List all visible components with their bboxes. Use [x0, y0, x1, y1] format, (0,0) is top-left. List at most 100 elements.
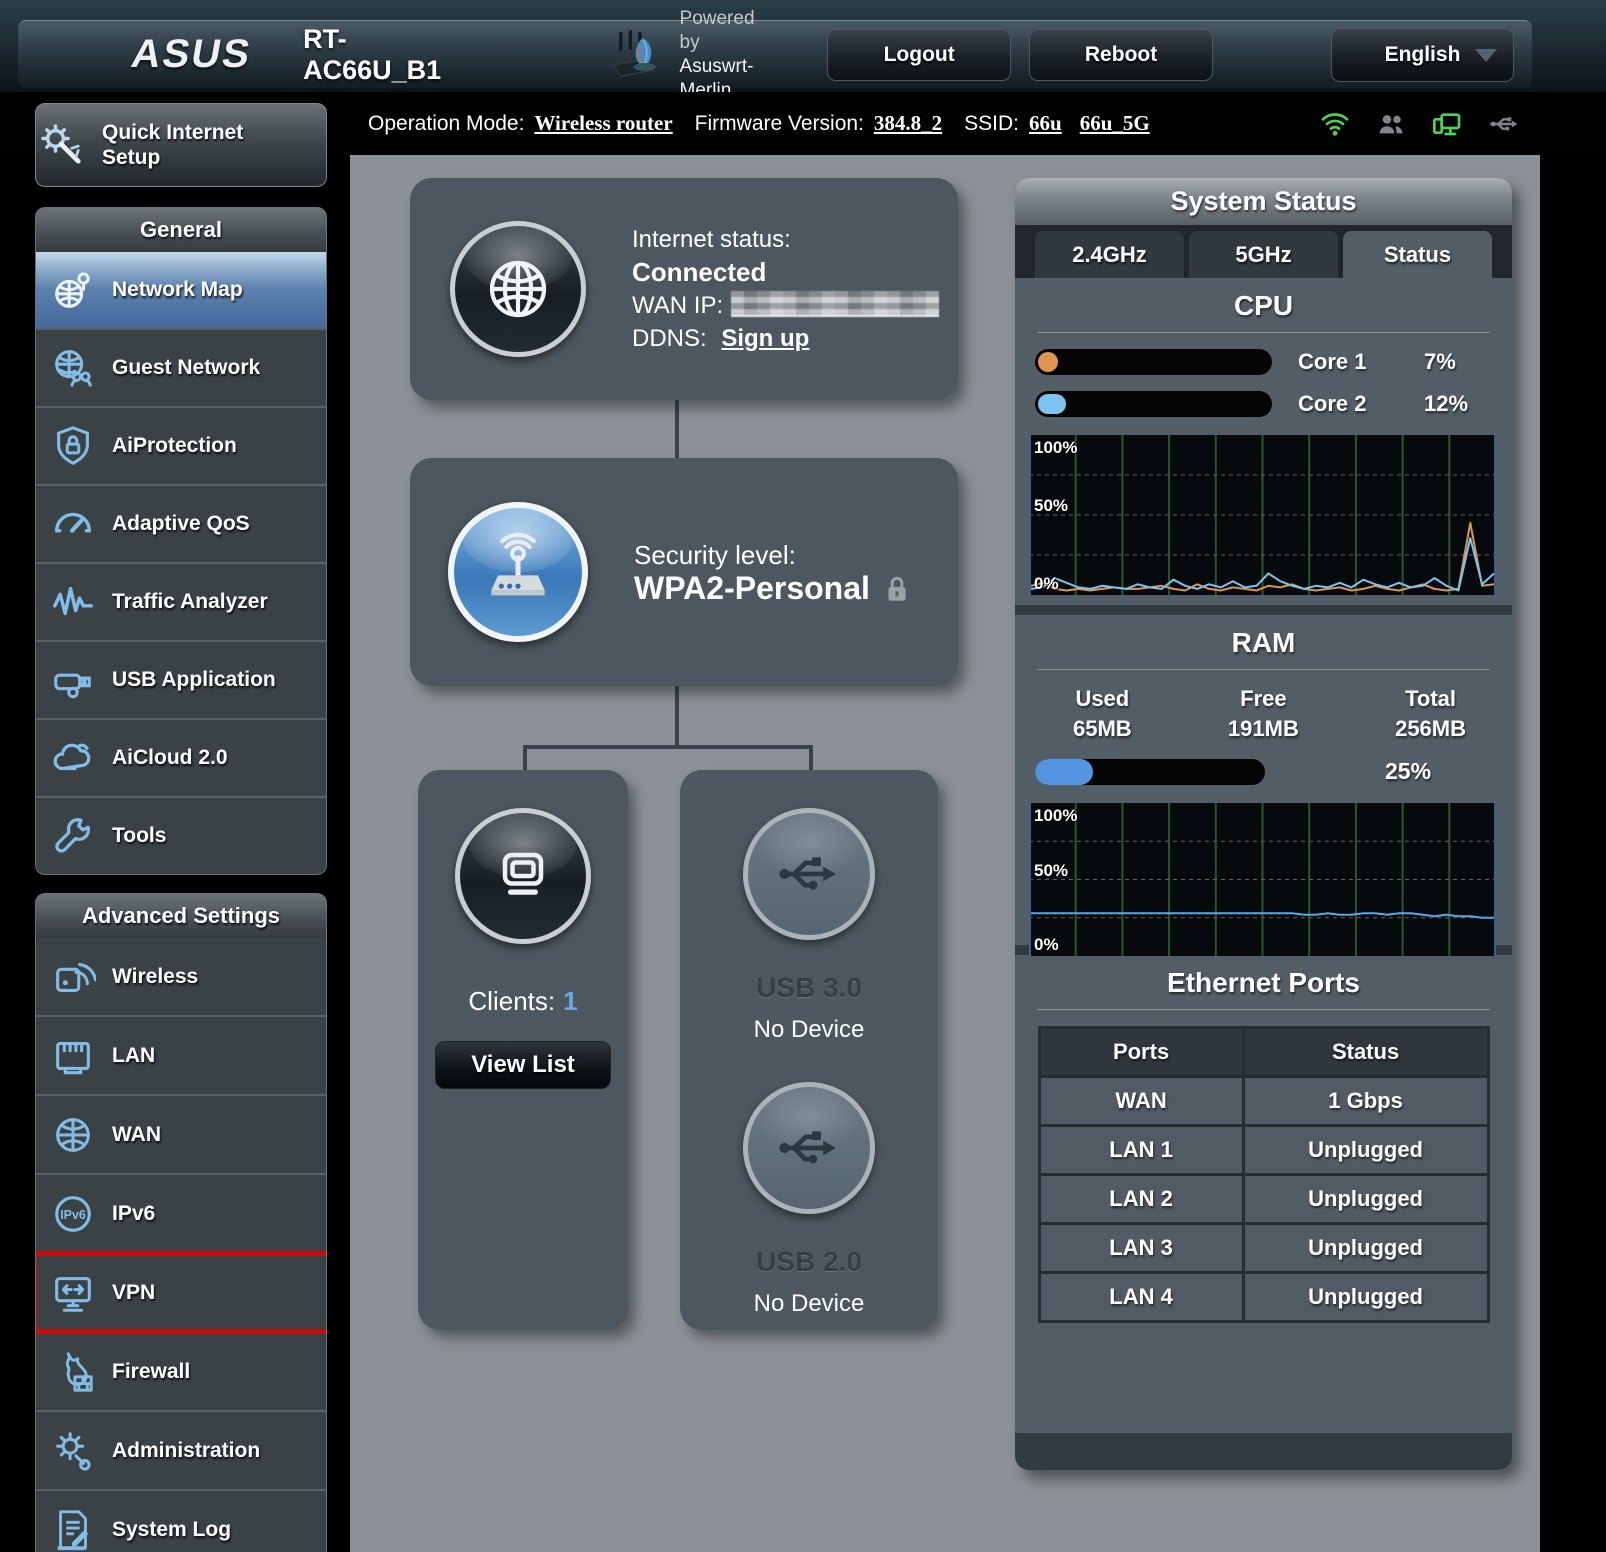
lock-icon	[884, 574, 910, 604]
view-list-button[interactable]: View List	[435, 1041, 611, 1089]
sidebar-item-wan[interactable]: WAN	[36, 1094, 326, 1173]
sidebar-section-general: General Network Map	[35, 207, 327, 875]
cpu-title: CPU	[1015, 278, 1512, 322]
table-row: WAN 1 Gbps	[1039, 1077, 1488, 1126]
sidebar-item-traffic-analyzer[interactable]: Traffic Analyzer	[36, 562, 326, 640]
sidebar-item-firewall[interactable]: Firewall	[36, 1331, 326, 1410]
port-cell: LAN 1	[1039, 1126, 1243, 1175]
security-router-button[interactable]	[448, 502, 588, 642]
divider	[1037, 332, 1490, 333]
clients-card: Clients:1 View List	[418, 770, 628, 1330]
ram-axis-0: 0%	[1034, 935, 1059, 955]
usb-stick-icon	[50, 657, 96, 703]
usb3-button[interactable]	[743, 808, 875, 940]
clients-button[interactable]	[455, 808, 591, 944]
usb-status-icon[interactable]	[1486, 108, 1522, 140]
cpu-usage-chart: 100% 50% 0%	[1029, 435, 1500, 595]
guest-network-icon	[50, 345, 96, 391]
usb2-button[interactable]	[743, 1082, 875, 1214]
ram-section: RAM Used 65MB Free 191MB Total 256MB	[1015, 615, 1512, 945]
sidebar-item-label: Administration	[112, 1439, 260, 1463]
ethernet-ports-table: Ports Status WAN 1 Gbps LAN 1 Unplugged …	[1038, 1026, 1490, 1323]
internet-status-card: Internet status: Connected WAN IP: DDNS:…	[410, 178, 958, 400]
cpu-core1-label: Core 1	[1298, 349, 1398, 375]
sidebar: Quick Internet Setup General Network Map	[35, 103, 327, 1552]
ram-usage-chart: 100% 50% 0%	[1029, 803, 1500, 956]
sidebar-item-tools[interactable]: Tools	[36, 796, 326, 874]
ssid-label: SSID:	[964, 112, 1019, 136]
status-column-header: Status	[1243, 1028, 1488, 1077]
operation-mode-label: Operation Mode:	[368, 112, 524, 136]
ram-free-value: 191MB	[1228, 714, 1299, 744]
internet-status-text: Internet status: Connected WAN IP: DDNS:…	[632, 223, 939, 355]
security-level-label: Security level:	[634, 539, 910, 572]
powered-by: Powered by Asuswrt-Merlin	[680, 7, 780, 103]
sidebar-item-system-log[interactable]: System Log	[36, 1489, 326, 1552]
firmware-version-link[interactable]: 384.8_2	[874, 111, 942, 136]
tab-5ghz[interactable]: 5GHz	[1189, 231, 1338, 278]
connector-line	[523, 745, 813, 749]
sidebar-item-network-map[interactable]: Network Map	[36, 252, 326, 328]
internet-status-value: Connected	[632, 256, 939, 289]
sidebar-item-label: System Log	[112, 1518, 231, 1542]
svg-text:IPv6: IPv6	[60, 1207, 86, 1221]
quick-setup-icon	[36, 119, 88, 171]
sidebar-item-lan[interactable]: LAN	[36, 1015, 326, 1094]
status-cell: Unplugged	[1243, 1273, 1488, 1322]
internet-globe-button[interactable]	[450, 221, 586, 357]
powered-by-line1: Powered by	[680, 7, 780, 55]
sidebar-item-aicloud[interactable]: AiCloud 2.0	[36, 718, 326, 796]
wan-ip-masked-value	[731, 291, 939, 317]
ddns-signup-link[interactable]: Sign up	[721, 325, 809, 352]
security-text: Security level: WPA2-Personal	[634, 539, 910, 605]
operation-mode-link[interactable]: Wireless router	[534, 111, 672, 136]
ram-free-label: Free	[1228, 684, 1299, 714]
cpu-core1-bar	[1035, 349, 1272, 375]
cpu-core1-fill	[1038, 352, 1058, 372]
sidebar-item-vpn[interactable]: VPN	[36, 1252, 326, 1331]
usb-card: USB 3.0 No Device USB 2.0 No Device	[680, 770, 938, 1330]
ram-axis-100: 100%	[1034, 806, 1077, 826]
system-status-panel: System Status 2.4GHz 5GHz Status CPU Cor…	[1015, 178, 1512, 1470]
sidebar-item-ipv6[interactable]: IPv6 IPv6	[36, 1173, 326, 1252]
tab-2-4ghz[interactable]: 2.4GHz	[1035, 231, 1184, 278]
security-level-card: Security level: WPA2-Personal	[410, 458, 958, 686]
sidebar-item-label: IPv6	[112, 1202, 155, 1226]
sidebar-item-aiprotection[interactable]: AiProtection	[36, 406, 326, 484]
sidebar-item-adaptive-qos[interactable]: Adaptive QoS	[36, 484, 326, 562]
port-cell: LAN 4	[1039, 1273, 1243, 1322]
top-header-band: ASUS RT-AC66U_B1 Powered by Asuswrt-Merl…	[0, 0, 1606, 92]
devices-status-icon[interactable]	[1430, 108, 1464, 140]
ram-stats-row: Used 65MB Free 191MB Total 256MB	[1015, 670, 1512, 744]
wrench-icon	[50, 813, 96, 859]
port-cell: LAN 2	[1039, 1175, 1243, 1224]
cpu-core2-fill	[1038, 394, 1066, 414]
wifi-status-icon[interactable]	[1318, 108, 1352, 140]
connector-line	[809, 745, 813, 770]
table-header-row: Ports Status	[1039, 1028, 1488, 1077]
sidebar-item-administration[interactable]: Administration	[36, 1410, 326, 1489]
wireless-icon	[50, 954, 96, 1000]
vpn-monitor-icon	[50, 1270, 96, 1316]
chevron-down-icon	[1475, 49, 1497, 62]
sidebar-item-usb-application[interactable]: USB Application	[36, 640, 326, 718]
ram-percent: 25%	[1385, 758, 1431, 785]
language-select[interactable]: English	[1331, 28, 1514, 82]
sidebar-item-label: Wireless	[112, 965, 198, 989]
language-value: English	[1385, 43, 1461, 67]
sidebar-item-wireless[interactable]: Wireless	[36, 938, 326, 1015]
tab-status[interactable]: Status	[1343, 231, 1492, 278]
logout-button[interactable]: Logout	[827, 29, 1011, 81]
usb3-status: No Device	[754, 1016, 865, 1044]
sidebar-item-guest-network[interactable]: Guest Network	[36, 328, 326, 406]
reboot-button[interactable]: Reboot	[1029, 29, 1213, 81]
ethernet-ports-title: Ethernet Ports	[1015, 955, 1512, 999]
advanced-section-title: Advanced Settings	[36, 894, 326, 938]
quick-internet-setup-button[interactable]: Quick Internet Setup	[35, 103, 327, 187]
waveform-icon	[50, 579, 96, 625]
ssid-24-link[interactable]: 66u	[1029, 111, 1062, 136]
clients-status-icon[interactable]	[1374, 108, 1408, 140]
port-cell: LAN 3	[1039, 1224, 1243, 1273]
ssid-5g-link[interactable]: 66u_5G	[1080, 111, 1150, 136]
top-banner: ASUS RT-AC66U_B1 Powered by Asuswrt-Merl…	[18, 20, 1532, 88]
